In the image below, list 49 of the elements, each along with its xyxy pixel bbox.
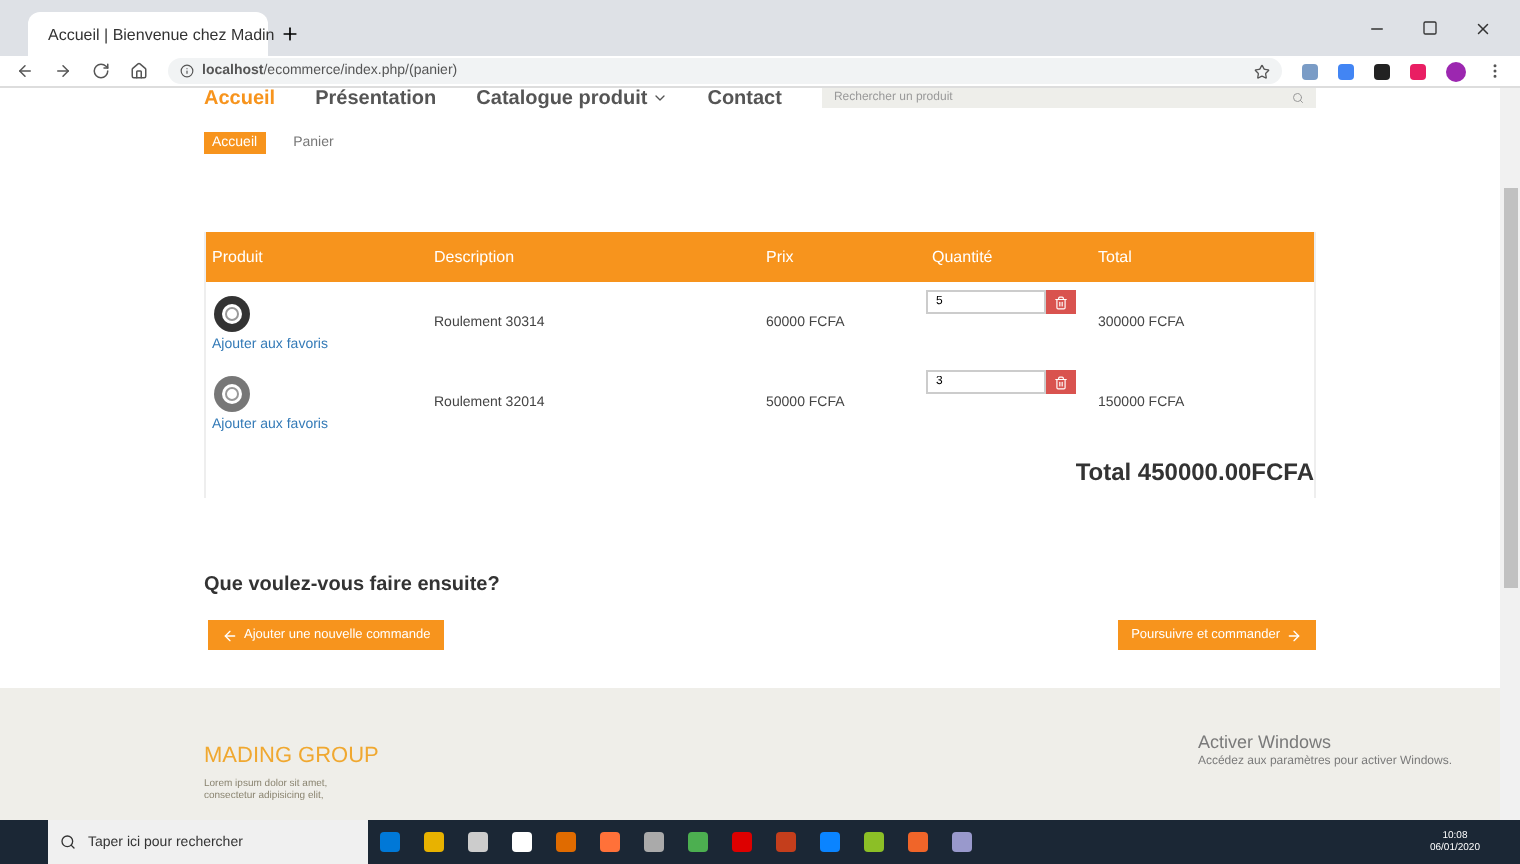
delete-button[interactable]	[1046, 370, 1076, 394]
new-tab-icon[interactable]	[280, 24, 300, 44]
forward-icon[interactable]	[54, 62, 72, 80]
app-icon[interactable]	[468, 832, 488, 852]
app-icon[interactable]	[732, 832, 752, 852]
column-header: Prix	[764, 248, 796, 266]
column-header: Produit	[210, 248, 265, 266]
section-heading: Que voulez-vous faire ensuite?	[204, 574, 502, 596]
column-header: Description	[432, 248, 517, 266]
bearing-icon	[212, 293, 252, 333]
delete-button[interactable]	[1046, 290, 1076, 314]
arrow-right-icon	[1286, 627, 1302, 643]
back-icon[interactable]	[16, 62, 34, 80]
app-icon[interactable]	[600, 832, 620, 852]
reload-icon[interactable]	[92, 62, 110, 80]
app-icon[interactable]	[424, 832, 444, 852]
app-icon[interactable]	[864, 832, 884, 852]
maximize-icon[interactable]	[1422, 20, 1438, 36]
nav-link[interactable]: Catalogue produit	[476, 87, 668, 109]
nav-link[interactable]: Contact	[707, 87, 782, 109]
app-icon[interactable]	[688, 832, 708, 852]
nav-link[interactable]: Présentation	[315, 87, 437, 109]
arrow-left-icon	[222, 627, 238, 643]
app-icon[interactable]	[556, 832, 576, 852]
extension-icon[interactable]	[1374, 63, 1390, 79]
app-icon[interactable]	[820, 832, 840, 852]
activation-title: Activer Windows	[1197, 732, 1333, 752]
trash-icon	[1054, 295, 1068, 309]
bearing-icon	[212, 373, 252, 413]
search-icon	[60, 834, 76, 850]
close-icon[interactable]	[1474, 19, 1492, 37]
grand-total: Total 450000.00FCFA	[1073, 456, 1314, 490]
app-icon[interactable]	[776, 832, 796, 852]
app-icon[interactable]	[908, 832, 928, 852]
home-icon[interactable]	[130, 62, 148, 80]
star-icon[interactable]	[1254, 63, 1270, 79]
app-icon[interactable]	[952, 832, 972, 852]
scrollbar-thumb[interactable]	[1503, 188, 1517, 588]
footer-brand: MADING GROUP	[204, 744, 379, 768]
app-icon[interactable]	[380, 832, 400, 852]
info-icon	[180, 64, 194, 78]
column-header: Total	[1096, 248, 1134, 266]
column-header: Quantité	[930, 248, 995, 266]
app-icon[interactable]	[644, 832, 664, 852]
profile-avatar[interactable]	[1446, 61, 1466, 81]
search-icon	[1292, 92, 1304, 104]
app-icon[interactable]	[512, 832, 532, 852]
trash-icon	[1054, 375, 1068, 389]
scrollbar[interactable]	[1500, 88, 1520, 820]
